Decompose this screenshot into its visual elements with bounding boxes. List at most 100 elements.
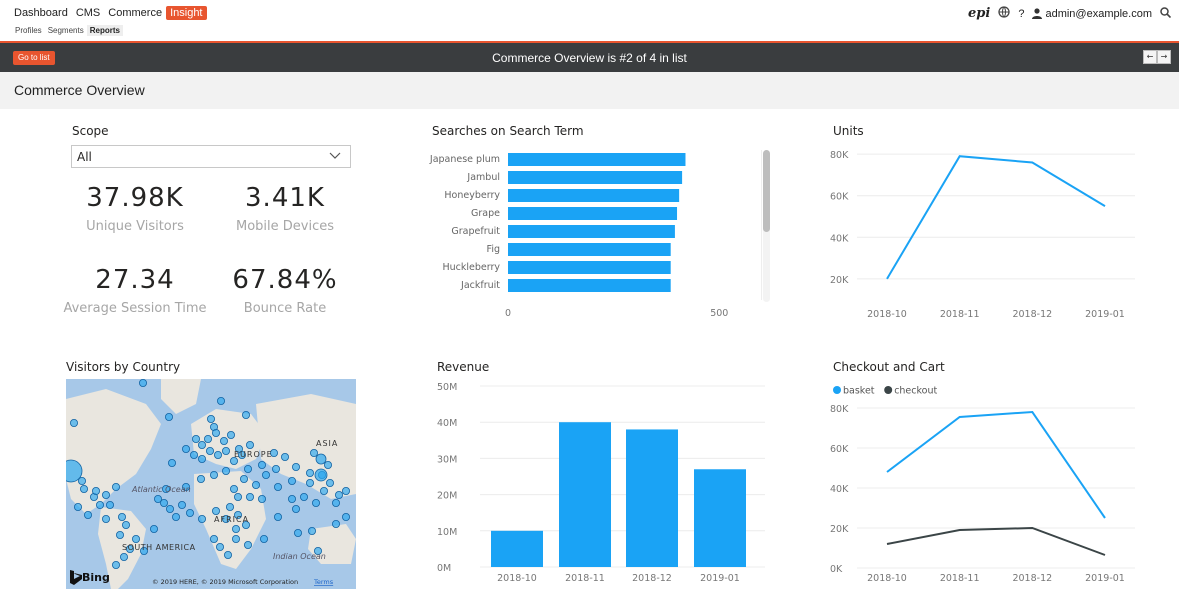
visitor-marker[interactable] [305,479,314,488]
visitor-marker[interactable] [331,499,340,508]
visitor-marker[interactable] [116,530,125,539]
visitor-marker[interactable] [273,512,282,521]
help-icon[interactable]: ? [1018,8,1024,20]
visitor-marker[interactable] [122,520,131,529]
visitor-marker[interactable] [216,396,225,405]
visitor-marker[interactable] [315,453,327,465]
visitor-marker[interactable] [215,542,224,551]
visitor-marker[interactable] [291,463,300,472]
visitor-marker[interactable] [273,483,282,492]
visitor-marker[interactable] [102,514,111,523]
visitor-marker[interactable] [280,453,289,462]
visitor-marker[interactable] [172,512,181,521]
visitor-marker[interactable] [211,506,220,515]
visitor-marker[interactable] [239,475,248,484]
nav-insight[interactable]: Insight [166,6,207,20]
visitor-marker[interactable] [231,524,240,533]
visitor-marker[interactable] [307,526,316,535]
visitor-marker[interactable] [341,487,350,496]
visitor-marker[interactable] [293,528,302,537]
visitor-marker[interactable] [257,461,266,470]
visitor-marker[interactable] [118,512,127,521]
nav-dashboard[interactable]: Dashboard [10,6,72,20]
visitor-marker[interactable] [91,487,100,496]
subnav-segments[interactable]: Segments [45,25,87,36]
visitor-marker[interactable] [192,435,201,444]
visitor-marker[interactable] [261,471,270,480]
visitor-marker[interactable] [221,447,230,456]
visitor-marker[interactable] [231,534,240,543]
visitor-marker[interactable] [241,411,250,420]
visitor-marker[interactable] [299,493,308,502]
visitor-marker[interactable] [225,503,234,512]
visitor-marker[interactable] [73,503,82,512]
next-item-button[interactable]: → [1157,50,1171,64]
visitor-marker[interactable] [226,431,235,440]
visitor-marker[interactable] [211,429,220,438]
visitor-marker[interactable] [132,534,141,543]
previous-item-button[interactable]: ← [1143,50,1157,64]
visitor-marker[interactable] [95,501,104,510]
nav-cms[interactable]: CMS [72,6,104,20]
visitor-marker[interactable] [186,508,195,517]
visitor-marker[interactable] [83,510,92,519]
visitor-marker[interactable] [219,437,228,446]
visitor-marker[interactable] [120,552,129,561]
visitor-marker[interactable] [243,465,252,474]
visitor-marker[interactable] [309,449,318,458]
subnav-profiles[interactable]: Profiles [12,25,45,36]
visitor-marker[interactable] [311,499,320,508]
visitor-marker[interactable] [112,483,121,492]
visitor-marker[interactable] [112,560,121,569]
visitor-marker[interactable] [319,487,328,496]
visitor-marker[interactable] [259,534,268,543]
visitor-marker[interactable] [209,471,218,480]
visitor-marker[interactable] [150,524,159,533]
visitor-marker[interactable] [287,495,296,504]
visitor-marker[interactable] [341,512,350,521]
visitor-marker[interactable] [197,441,206,450]
visitor-marker[interactable] [245,441,254,450]
visitor-marker[interactable] [166,505,175,514]
visitor-marker[interactable] [70,419,78,428]
visitor-marker[interactable] [205,447,214,456]
visitor-marker[interactable] [331,519,340,528]
visitor-marker[interactable] [154,495,163,504]
visitor-marker[interactable] [102,491,111,500]
visitor-marker[interactable] [305,469,314,478]
visitor-marker[interactable] [291,505,300,514]
visitor-marker[interactable] [209,534,218,543]
visitor-marker[interactable] [325,479,334,488]
visitor-marker[interactable] [203,435,212,444]
map-terms-link[interactable]: Terms [313,578,334,586]
visitor-marker[interactable] [168,459,177,468]
subnav-reports[interactable]: Reports [86,25,123,36]
visitor-marker[interactable] [245,493,254,502]
visitor-marker[interactable] [139,379,148,387]
visitor-marker[interactable] [79,485,88,494]
visitor-marker[interactable] [182,445,191,454]
visitor-marker[interactable] [223,550,232,559]
visitor-marker[interactable] [323,461,332,470]
visitor-marker[interactable] [251,481,260,490]
scrollbar-thumb[interactable] [763,150,770,232]
visitor-marker[interactable] [229,485,238,494]
visitor-marker[interactable] [243,540,252,549]
nav-commerce[interactable]: Commerce [104,6,166,20]
visitor-marker[interactable] [257,495,266,504]
visitor-marker[interactable] [287,477,296,486]
user-menu[interactable]: admin@example.com [1032,8,1152,20]
visitor-marker[interactable] [334,491,343,500]
search-icon[interactable] [1160,6,1172,21]
visitor-marker[interactable] [106,501,115,510]
globe-icon[interactable] [998,6,1010,21]
visitor-marker[interactable] [196,475,205,484]
visitor-marker[interactable] [233,493,242,502]
visitors-map[interactable]: EUROPE ASIA Atlantic Ocean AFRICA SOUTH … [66,379,356,589]
visitor-marker[interactable] [197,455,206,464]
visitor-marker[interactable] [206,415,215,424]
visitor-marker[interactable] [178,501,187,510]
visitor-marker[interactable] [271,465,280,474]
visitor-marker[interactable] [221,467,230,476]
visitor-marker[interactable] [314,468,328,482]
